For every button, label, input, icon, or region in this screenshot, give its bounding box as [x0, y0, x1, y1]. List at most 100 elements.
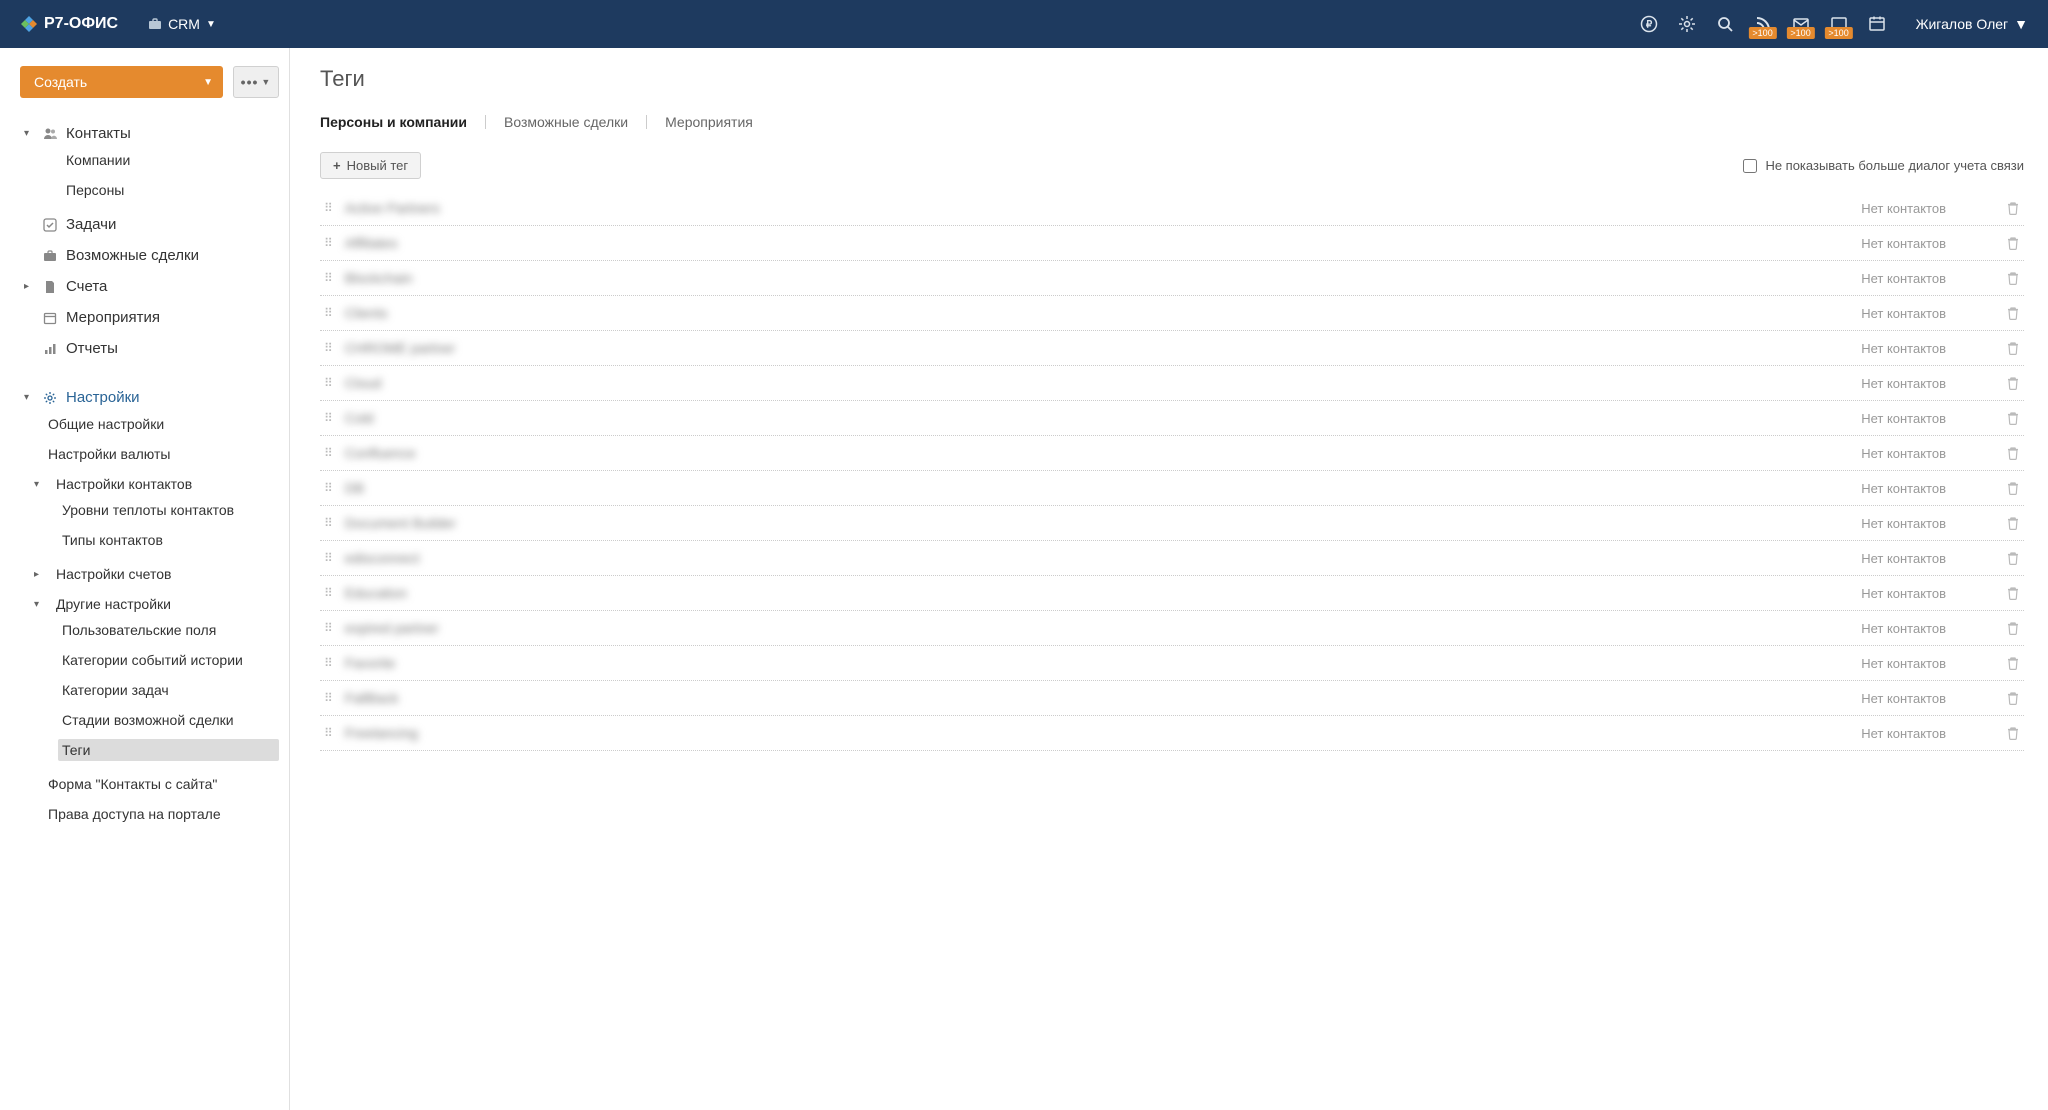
- tag-name[interactable]: Cold: [345, 410, 1806, 426]
- drag-handle-icon[interactable]: ⠿: [324, 691, 331, 705]
- chat-icon[interactable]: >100: [1830, 15, 1848, 33]
- drag-handle-icon[interactable]: ⠿: [324, 446, 331, 460]
- tag-contact-count: Нет контактов: [1806, 411, 1946, 426]
- tag-name[interactable]: Favorite: [345, 655, 1806, 671]
- create-button[interactable]: Создать ▼: [20, 66, 223, 98]
- new-tag-button[interactable]: + Новый тег: [320, 152, 421, 179]
- delete-tag-button[interactable]: [2006, 341, 2020, 355]
- tag-list: ⠿ Active Partners Нет контактов ⠿ Affiliates…: [320, 191, 2024, 751]
- nav-custom-fields[interactable]: Пользовательские поля: [58, 619, 279, 641]
- calendar-icon[interactable]: [1868, 15, 1886, 33]
- briefcase-icon: [148, 17, 162, 31]
- nav-deals[interactable]: Возможные сделки: [20, 244, 279, 267]
- nav-history-categories[interactable]: Категории событий истории: [58, 649, 279, 671]
- drag-handle-icon[interactable]: ⠿: [324, 516, 331, 530]
- delete-tag-button[interactable]: [2006, 411, 2020, 425]
- nav-contact-types[interactable]: Типы контактов: [58, 529, 279, 551]
- drag-handle-icon[interactable]: ⠿: [324, 411, 331, 425]
- tag-name[interactable]: Document Builder: [345, 515, 1806, 531]
- tag-name[interactable]: CHROME partner: [345, 340, 1806, 356]
- tag-name[interactable]: expired partner: [345, 620, 1806, 636]
- trash-icon: [2006, 446, 2020, 460]
- nav-events[interactable]: Мероприятия: [20, 306, 279, 329]
- hide-dialog-option[interactable]: Не показывать больше диалог учета связи: [1743, 158, 2024, 173]
- drag-handle-icon[interactable]: ⠿: [324, 341, 331, 355]
- gear-icon[interactable]: [1678, 15, 1696, 33]
- tag-name[interactable]: FallBack: [345, 690, 1806, 706]
- more-actions-button[interactable]: ••• ▼: [233, 66, 279, 98]
- tab-separator: [485, 115, 486, 129]
- nav-persons[interactable]: Персоны: [44, 179, 279, 201]
- delete-tag-button[interactable]: [2006, 516, 2020, 530]
- nav-other-settings[interactable]: ▾Другие настройки: [44, 593, 279, 615]
- drag-handle-icon[interactable]: ⠿: [324, 586, 331, 600]
- drag-handle-icon[interactable]: ⠿: [324, 236, 331, 250]
- trash-icon: [2006, 691, 2020, 705]
- delete-tag-button[interactable]: [2006, 306, 2020, 320]
- delete-tag-button[interactable]: [2006, 691, 2020, 705]
- tag-name[interactable]: Clients: [345, 305, 1806, 321]
- drag-handle-icon[interactable]: ⠿: [324, 306, 331, 320]
- tag-name[interactable]: Blockchain: [345, 270, 1806, 286]
- nav-contacts[interactable]: ▾ Контакты: [20, 122, 279, 145]
- drag-handle-icon[interactable]: ⠿: [324, 726, 331, 740]
- hide-dialog-checkbox[interactable]: [1743, 159, 1757, 173]
- nav-contacts-settings[interactable]: ▾Настройки контактов: [44, 473, 279, 495]
- tag-name[interactable]: Cloud: [345, 375, 1806, 391]
- feed-icon[interactable]: >100: [1754, 15, 1772, 33]
- nav-general-settings[interactable]: Общие настройки: [44, 413, 279, 435]
- module-selector[interactable]: CRM ▼: [148, 16, 216, 32]
- drag-handle-icon[interactable]: ⠿: [324, 271, 331, 285]
- mail-icon[interactable]: >100: [1792, 15, 1810, 33]
- delete-tag-button[interactable]: [2006, 271, 2020, 285]
- delete-tag-button[interactable]: [2006, 656, 2020, 670]
- tag-name[interactable]: Affiliates: [345, 235, 1806, 251]
- delete-tag-button[interactable]: [2006, 481, 2020, 495]
- nav-currency-settings[interactable]: Настройки валюты: [44, 443, 279, 465]
- delete-tag-button[interactable]: [2006, 236, 2020, 250]
- nav-tags[interactable]: Теги: [58, 739, 279, 761]
- tag-name[interactable]: edisconnect: [345, 550, 1806, 566]
- tag-name[interactable]: DB: [345, 480, 1806, 496]
- search-icon[interactable]: [1716, 15, 1734, 33]
- tag-name[interactable]: Active Partners: [345, 200, 1806, 216]
- tab-separator: [646, 115, 647, 129]
- delete-tag-button[interactable]: [2006, 586, 2020, 600]
- user-menu[interactable]: Жигалов Олег ▼: [1916, 16, 2028, 32]
- nav-portal-access[interactable]: Права доступа на портале: [44, 803, 279, 825]
- nav-settings[interactable]: ▾ Настройки: [20, 386, 279, 409]
- nav-contact-form[interactable]: Форма "Контакты с сайта": [44, 773, 279, 795]
- nav-tasks[interactable]: Задачи: [20, 213, 279, 236]
- tag-name[interactable]: Freelancing: [345, 725, 1806, 741]
- delete-tag-button[interactable]: [2006, 726, 2020, 740]
- nav-invoices[interactable]: ▸Счета: [20, 275, 279, 298]
- tab-events[interactable]: Мероприятия: [665, 112, 753, 132]
- nav-contact-warmth[interactable]: Уровни теплоты контактов: [58, 499, 279, 521]
- drag-handle-icon[interactable]: ⠿: [324, 481, 331, 495]
- drag-handle-icon[interactable]: ⠿: [324, 376, 331, 390]
- tab-persons-companies[interactable]: Персоны и компании: [320, 112, 467, 132]
- nav-deal-stages[interactable]: Стадии возможной сделки: [58, 709, 279, 731]
- tag-name[interactable]: Education: [345, 585, 1806, 601]
- tag-name[interactable]: Confluence: [345, 445, 1806, 461]
- delete-tag-button[interactable]: [2006, 621, 2020, 635]
- drag-handle-icon[interactable]: ⠿: [324, 656, 331, 670]
- delete-tag-button[interactable]: [2006, 551, 2020, 565]
- nav-task-categories[interactable]: Категории задач: [58, 679, 279, 701]
- logo-icon: [20, 15, 38, 33]
- tab-deals[interactable]: Возможные сделки: [504, 112, 628, 132]
- tag-contact-count: Нет контактов: [1806, 586, 1946, 601]
- trash-icon: [2006, 411, 2020, 425]
- nav-companies[interactable]: Компании: [44, 149, 279, 171]
- tag-contact-count: Нет контактов: [1806, 341, 1946, 356]
- nav-invoice-settings[interactable]: ▸Настройки счетов: [44, 563, 279, 585]
- drag-handle-icon[interactable]: ⠿: [324, 551, 331, 565]
- drag-handle-icon[interactable]: ⠿: [324, 201, 331, 215]
- nav-reports[interactable]: Отчеты: [20, 337, 279, 360]
- delete-tag-button[interactable]: [2006, 201, 2020, 215]
- drag-handle-icon[interactable]: ⠿: [324, 621, 331, 635]
- currency-icon[interactable]: ₽: [1640, 15, 1658, 33]
- delete-tag-button[interactable]: [2006, 376, 2020, 390]
- delete-tag-button[interactable]: [2006, 446, 2020, 460]
- brand-logo[interactable]: Р7-ОФИС: [20, 15, 118, 33]
